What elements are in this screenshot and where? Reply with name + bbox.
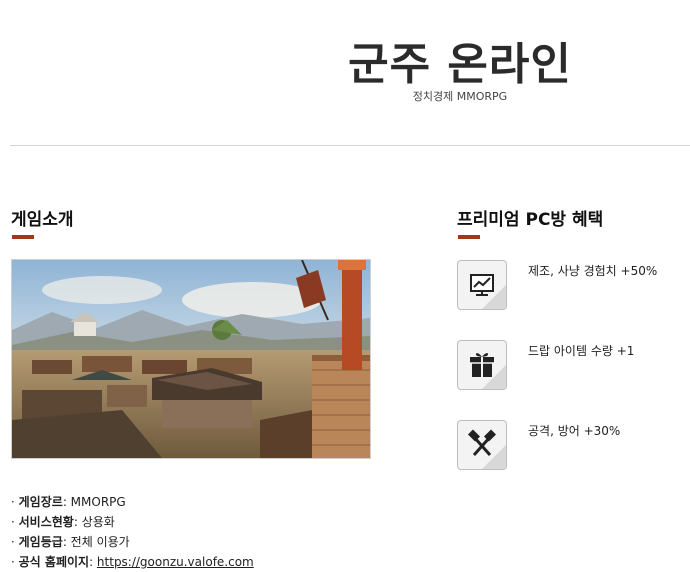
- info-label: 공식 홈페이지: [18, 555, 90, 569]
- benefit-exp: 제조, 사냥 경험치 +50%: [528, 264, 658, 278]
- info-label: 서비스현황: [18, 515, 74, 529]
- info-value: MMORPG: [70, 495, 126, 509]
- game-screenshot: [11, 259, 371, 459]
- homepage-link[interactable]: https://goonzu.valofe.com: [97, 555, 254, 569]
- bullet: ·: [11, 555, 19, 569]
- bullet: ·: [11, 515, 19, 529]
- bullet: ·: [11, 495, 19, 509]
- crossed-hammers-icon: [457, 420, 507, 470]
- bullet: ·: [11, 535, 19, 549]
- game-info-list: · 게임장르: MMORPG · 서비스현황: 상용화 · 게임등급: 전체 이…: [11, 492, 254, 572]
- info-value: 상용화: [81, 515, 115, 529]
- info-row-homepage: · 공식 홈페이지: https://goonzu.valofe.com: [11, 555, 254, 569]
- info-row-service: · 서비스현황: 상용화: [11, 515, 115, 529]
- info-label: 게임장르: [18, 495, 63, 509]
- header-divider: [10, 145, 690, 146]
- intro-heading-accent: [12, 235, 34, 239]
- chart-icon: [457, 260, 507, 310]
- info-row-genre: · 게임장르: MMORPG: [11, 495, 126, 509]
- game-title: 군주 온라인: [348, 39, 572, 90]
- benefits-heading: 프리미엄 PC방 혜택: [457, 210, 604, 230]
- benefits-heading-accent: [458, 235, 480, 239]
- info-value: 전체 이용가: [70, 535, 130, 549]
- intro-heading: 게임소개: [11, 210, 74, 230]
- info-row-rating: · 게임등급: 전체 이용가: [11, 535, 130, 549]
- benefit-attack-defense: 공격, 방어 +30%: [528, 424, 621, 438]
- game-subtitle: 정치경제 MMORPG: [412, 90, 508, 103]
- benefit-drop: 드랍 아이템 수량 +1: [528, 344, 635, 358]
- page-header: 군주 온라인 정치경제 MMORPG: [0, 0, 690, 146]
- game-screenshot-art: [12, 260, 370, 458]
- gift-icon: [457, 340, 507, 390]
- info-label: 게임등급: [18, 535, 63, 549]
